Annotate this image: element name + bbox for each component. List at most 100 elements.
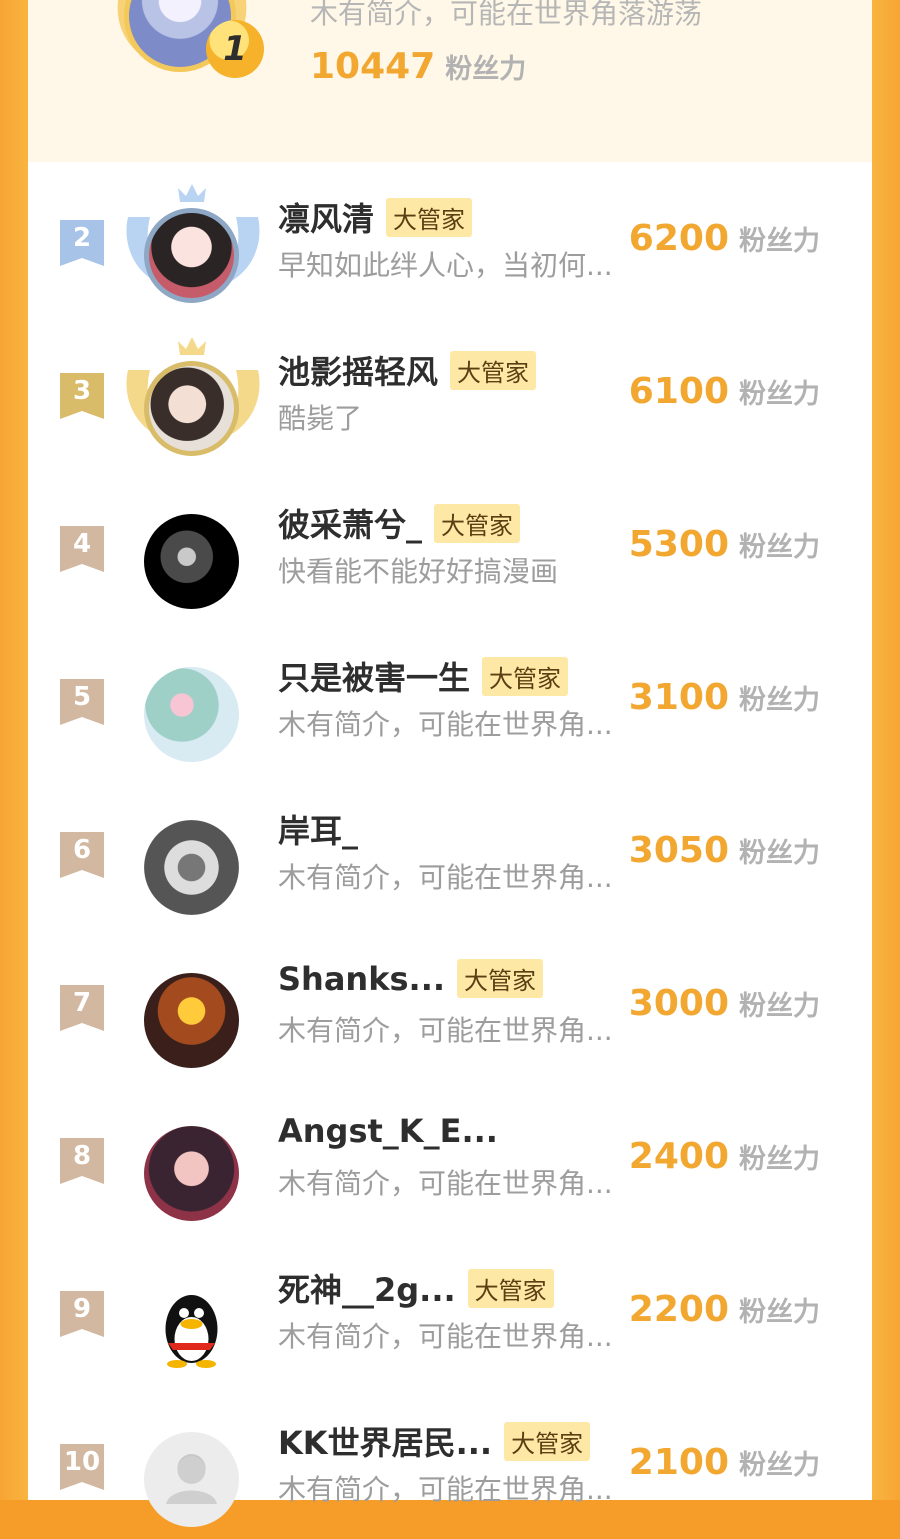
leaderboard-panel: 1 木有简介，可能在世界角落游荡 10447 粉丝力 2 凛风清 大管家 早知如此绊人心…	[28, 0, 872, 1527]
rank-badge: 6	[60, 832, 104, 878]
score-unit: 粉丝力	[739, 991, 820, 1022]
ranking-row[interactable]: 3 池影摇轻风 大管家 酷毙了 6100 粉丝力	[28, 315, 872, 468]
ranking-row[interactable]: 5 只是被害一生 大管家木有简介，可能在世界角... 3100 粉丝力	[28, 621, 872, 774]
role-tag: 大管家	[434, 503, 521, 543]
avatar[interactable]	[144, 514, 239, 609]
fan-power-score: 6100 粉丝力	[629, 371, 820, 412]
user-name[interactable]: 池影摇轻风	[278, 347, 438, 393]
ranking-row[interactable]: 9 死神__2g... 大管家木有简介，可能在世界角... 2200 粉丝力	[28, 1233, 872, 1386]
rank-1-description: 木有简介，可能在世界角落游荡	[310, 0, 703, 30]
avatar-frame	[118, 182, 268, 307]
rank-1-card[interactable]: 1 木有简介，可能在世界角落游荡 10447 粉丝力	[28, 0, 872, 162]
score-unit: 粉丝力	[739, 1144, 820, 1175]
fan-power-score: 5300 粉丝力	[629, 524, 820, 565]
rank-number: 5	[72, 682, 92, 712]
avatar[interactable]	[144, 1279, 239, 1374]
name-line: 死神__2g... 大管家	[278, 1265, 554, 1311]
fan-power-score: 2400 粉丝力	[629, 1136, 820, 1177]
rank-badge: 4	[60, 526, 104, 572]
fan-power-score: 2200 粉丝力	[629, 1289, 820, 1330]
avatar-frame	[118, 794, 268, 919]
score-unit: 粉丝力	[739, 379, 820, 410]
rank-number: 6	[72, 835, 92, 865]
avatar[interactable]	[144, 361, 239, 456]
score-unit: 粉丝力	[739, 685, 820, 716]
default-user-icon	[166, 1456, 217, 1504]
score-value: 3000	[628, 983, 729, 1024]
fan-power-score: 3000 粉丝力	[629, 983, 820, 1024]
user-description: 木有简介，可能在世界角...	[278, 1014, 613, 1047]
score-unit: 粉丝力	[739, 838, 820, 869]
avatar[interactable]	[144, 973, 239, 1068]
role-tag: 大管家	[386, 197, 473, 237]
rank-1-score: 10447 粉丝力	[310, 46, 526, 87]
ranking-row[interactable]: 10 KK世界居民... 大管家木有简介，可能在世界角... 2100 粉丝力	[28, 1386, 872, 1539]
rank-number: 8	[72, 1141, 92, 1171]
avatar-frame	[118, 335, 268, 460]
avatar[interactable]	[144, 208, 239, 303]
name-line: KK世界居民... 大管家	[278, 1418, 591, 1464]
rank-number: 10	[63, 1447, 101, 1477]
penguin-icon	[165, 1295, 218, 1368]
ranking-row[interactable]: 6 岸耳_ 木有简介，可能在世界角... 3050 粉丝力	[28, 774, 872, 927]
rank-number: 3	[72, 376, 92, 406]
avatar-frame	[118, 1406, 268, 1531]
score-value: 2100	[628, 1442, 729, 1483]
user-description: 木有简介，可能在世界角...	[278, 1320, 613, 1353]
user-description: 木有简介，可能在世界角...	[278, 708, 613, 741]
rank-number: 2	[72, 223, 92, 253]
user-description: 早知如此绊人心，当初何...	[278, 249, 613, 282]
ranking-row[interactable]: 8 Angst_K_E... 木有简介，可能在世界角... 2400 粉丝力	[28, 1080, 872, 1233]
score-value: 6200	[628, 218, 729, 259]
avatar-frame	[118, 641, 268, 766]
ranking-row[interactable]: 4 彼采萧兮_ 大管家快看能不能好好搞漫画 5300 粉丝力	[28, 468, 872, 621]
role-tag: 大管家	[504, 1421, 591, 1461]
user-name[interactable]: KK世界居民...	[278, 1418, 492, 1464]
rank-number: 9	[72, 1294, 92, 1324]
user-name[interactable]: 只是被害一生	[278, 653, 470, 699]
user-name[interactable]: 凛风清	[278, 194, 374, 240]
score-value: 5300	[628, 524, 729, 565]
avatar[interactable]	[144, 1126, 239, 1221]
name-line: 凛风清 大管家	[278, 194, 473, 240]
avatar-frame	[118, 947, 268, 1072]
name-line: 池影摇轻风 大管家	[278, 347, 537, 393]
avatar[interactable]	[144, 820, 239, 915]
user-name[interactable]: Angst_K_E...	[278, 1112, 498, 1150]
rank-badge: 2	[60, 220, 104, 266]
rank-badge: 5	[60, 679, 104, 725]
avatar[interactable]	[144, 667, 239, 762]
name-line: Shanks... 大管家	[278, 959, 543, 998]
rank-badge: 9	[60, 1291, 104, 1337]
rank-badge: 8	[60, 1138, 104, 1184]
avatar-frame	[118, 488, 268, 613]
score-value: 6100	[628, 371, 729, 412]
role-tag: 大管家	[450, 350, 537, 390]
role-tag: 大管家	[467, 1268, 554, 1308]
avatar[interactable]	[144, 1432, 239, 1527]
score-unit: 粉丝力	[739, 226, 820, 257]
user-description: 木有简介，可能在世界角...	[278, 1167, 613, 1200]
name-line: 只是被害一生 大管家	[278, 653, 569, 699]
user-description: 快看能不能好好搞漫画	[278, 555, 559, 588]
name-line: Angst_K_E...	[278, 1112, 498, 1150]
score-value: 3100	[628, 677, 729, 718]
user-name[interactable]: 死神__2g...	[278, 1265, 456, 1311]
user-name[interactable]: 彼采萧兮_	[278, 500, 422, 546]
avatar-frame	[118, 1253, 268, 1378]
ranking-row[interactable]: 7 Shanks... 大管家木有简介，可能在世界角... 3000 粉丝力	[28, 927, 872, 1080]
role-tag: 大管家	[482, 656, 569, 696]
rank-badge: 7	[60, 985, 104, 1031]
score-unit: 粉丝力	[739, 532, 820, 563]
ranking-row[interactable]: 2 凛风清 大管家早知如此绊人心，当初何... 6200 粉丝力	[28, 162, 872, 315]
user-description: 木有简介，可能在世界角...	[278, 1473, 613, 1506]
name-line: 彼采萧兮_ 大管家	[278, 500, 521, 546]
score-value: 2200	[628, 1289, 729, 1330]
rank-number: 7	[72, 988, 92, 1018]
user-name[interactable]: Shanks...	[278, 960, 445, 998]
name-line: 岸耳_	[278, 806, 358, 852]
user-description: 木有简介，可能在世界角...	[278, 861, 613, 894]
user-name[interactable]: 岸耳_	[278, 806, 358, 852]
score-value: 2400	[628, 1136, 729, 1177]
fan-power-score: 2100 粉丝力	[629, 1442, 820, 1483]
